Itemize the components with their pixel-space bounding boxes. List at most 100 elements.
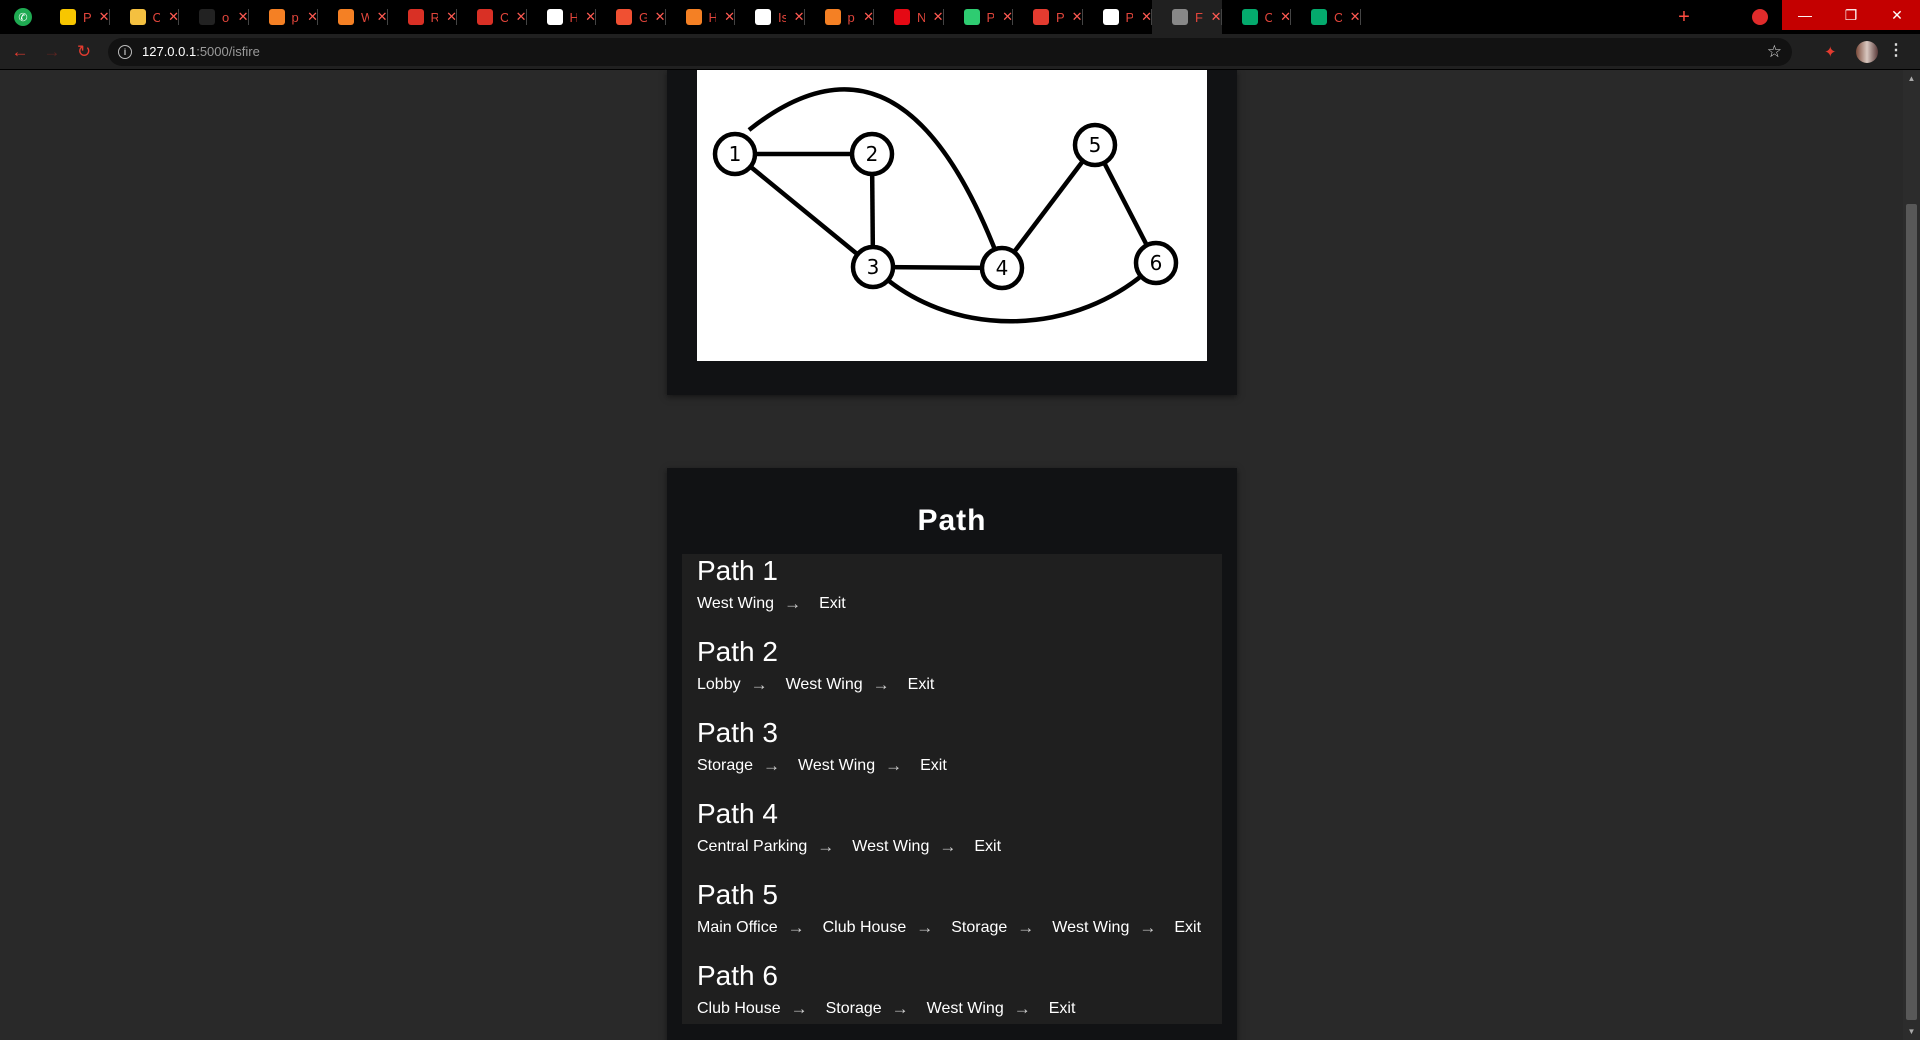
github-icon (199, 9, 215, 25)
arrow-right-icon: → (872, 675, 890, 694)
path-stop: Exit (1174, 919, 1202, 936)
path-item: Path 2 Lobby → West Wing → Exit (697, 635, 934, 695)
tab-label: Net (917, 9, 925, 25)
browser-tab[interactable]: Fire✕ (1152, 0, 1222, 34)
tab-label: Prin (83, 9, 91, 25)
tab-label: Pro (1125, 9, 1134, 25)
browser-toolbar: ← → ↻ i 127.0.0.1:5000/isfire ☆ ✦ ⋮ (0, 34, 1920, 70)
extensions-icon[interactable]: ✦ (1824, 43, 1837, 61)
browser-tab[interactable]: CSS✕ (1222, 0, 1291, 34)
tab-label: Is in (778, 9, 786, 25)
reload-icon[interactable]: ↻ (72, 40, 96, 64)
browser-tab[interactable]: Pro✕ (1083, 0, 1152, 34)
gmail-icon (407, 9, 424, 25)
scrollbar[interactable]: ▲ ▼ (1903, 70, 1920, 1040)
path-stop: Exit (1048, 1000, 1076, 1017)
tab-label: Wh (361, 9, 369, 25)
whatsapp-icon[interactable]: ✆ (14, 8, 32, 26)
path-item: Path 1 West Wing → Exit (697, 554, 846, 614)
path-stop: West Wing (926, 1000, 1004, 1017)
menu-icon[interactable]: ⋮ (1888, 40, 1904, 60)
graph-image: 1 2 3 4 5 6 (697, 70, 1207, 361)
graph-node-label: 1 (729, 142, 742, 166)
arrow-right-icon: → (1013, 999, 1031, 1018)
path-stop: West Wing (697, 595, 775, 612)
close-window-button[interactable]: ✕ (1874, 0, 1920, 30)
tab-label: Fire (1195, 9, 1203, 25)
path-stop: Exit (819, 595, 846, 612)
back-icon[interactable]: ← (8, 40, 32, 64)
path-stop: Central Parking (697, 838, 808, 855)
graph-node-label: 5 (1089, 133, 1102, 157)
path-route: West Wing → Exit (697, 594, 846, 614)
graph-edge-1-3 (733, 152, 875, 269)
circle-icon (963, 9, 980, 25)
avatar[interactable] (1856, 41, 1878, 63)
browser-tab[interactable]: Git✕ (596, 0, 666, 34)
browser-tab[interactable]: Cor✕ (457, 0, 527, 34)
path-item: Path 4 Central Parking → West Wing → Exit (697, 797, 1001, 857)
netflix-icon (894, 9, 910, 25)
arrow-right-icon: → (790, 999, 808, 1018)
arrow-right-icon: → (750, 675, 768, 694)
browser-tab[interactable]: Hov✕ (527, 0, 596, 34)
tab-strip: ✆ Prin✕Cop✕old✕pyt✕Wh✕Re:✕Cor✕Hov✕Git✕Ho… (0, 0, 1920, 34)
graph-node-label: 2 (866, 142, 879, 166)
stackoverflow-icon (338, 9, 354, 25)
browser-tab[interactable]: CSS✕ (1291, 0, 1361, 34)
browser-tab[interactable]: Prin✕ (40, 0, 110, 34)
arrow-right-icon: → (885, 756, 903, 775)
code-icon (1102, 9, 1119, 25)
scroll-down-icon[interactable]: ▼ (1903, 1023, 1920, 1040)
path-item: Path 3 Storage → West Wing → Exit (697, 716, 947, 776)
arrow-right-icon: → (1017, 918, 1035, 937)
path-stop: Exit (907, 676, 935, 693)
browser-tab[interactable]: Pre✕ (1013, 0, 1083, 34)
scroll-up-icon[interactable]: ▲ (1903, 70, 1920, 87)
graph-card: 1 2 3 4 5 6 (667, 70, 1237, 395)
browser-tab[interactable]: Is in✕ (735, 0, 805, 34)
path-stop: West Wing (785, 676, 863, 693)
browser-tab[interactable]: Hov✕ (666, 0, 735, 34)
address-bar[interactable]: i 127.0.0.1:5000/isfire ☆ (108, 38, 1792, 66)
medium-icon (546, 9, 563, 25)
minimize-button[interactable]: — (1782, 0, 1828, 30)
path-stop: Exit (920, 757, 947, 774)
tab-label: Hov (569, 9, 578, 25)
graph-node-label: 4 (996, 256, 1009, 280)
bookmark-star-icon[interactable]: ☆ (1767, 42, 1782, 62)
graph-edge-4-5 (1000, 143, 1097, 270)
forward-icon[interactable]: → (40, 40, 64, 64)
path-name: Path 6 (697, 960, 778, 991)
restore-button[interactable]: ❐ (1828, 0, 1874, 30)
browser-tab[interactable]: Pyt✕ (944, 0, 1013, 34)
browser-tab[interactable]: old✕ (179, 0, 249, 34)
tab-divider (1359, 9, 1361, 25)
browser-tab[interactable]: Re:✕ (388, 0, 457, 34)
browser-tab[interactable]: pyt✕ (249, 0, 318, 34)
graph-node-label: 6 (1150, 251, 1163, 275)
path-stop: Lobby (697, 676, 741, 693)
tab-label: pyt (847, 9, 856, 25)
path-stop: Main Office (697, 919, 778, 936)
arrow-right-icon: → (939, 837, 957, 856)
browser-tab[interactable]: Cop✕ (110, 0, 179, 34)
tab-label: Git (639, 9, 647, 25)
smiley-icon (129, 9, 146, 25)
arrow-right-icon: → (1139, 918, 1157, 937)
path-stop: Storage (697, 757, 754, 774)
profile-icon[interactable] (1752, 9, 1768, 25)
browser-tab[interactable]: Wh✕ (318, 0, 388, 34)
path-item: Path 6 Club House → Storage → West Wing → Exit (697, 959, 1075, 1019)
path-route: Main Office → Club House → Storage → West Wing… (697, 918, 1201, 938)
info-icon[interactable]: i (118, 45, 132, 59)
url-text[interactable]: 127.0.0.1:5000/isfire (142, 44, 260, 59)
google-icon (755, 9, 771, 25)
tab-label: Pyt (986, 9, 995, 25)
path-route: Club House → Storage → West Wing → Exit (697, 999, 1075, 1019)
scroll-thumb[interactable] (1906, 204, 1917, 1020)
path-stop: West Wing (798, 757, 876, 774)
browser-tab[interactable]: pyt✕ (805, 0, 874, 34)
browser-tab[interactable]: Net✕ (874, 0, 944, 34)
new-tab-button[interactable]: + (1672, 5, 1696, 29)
